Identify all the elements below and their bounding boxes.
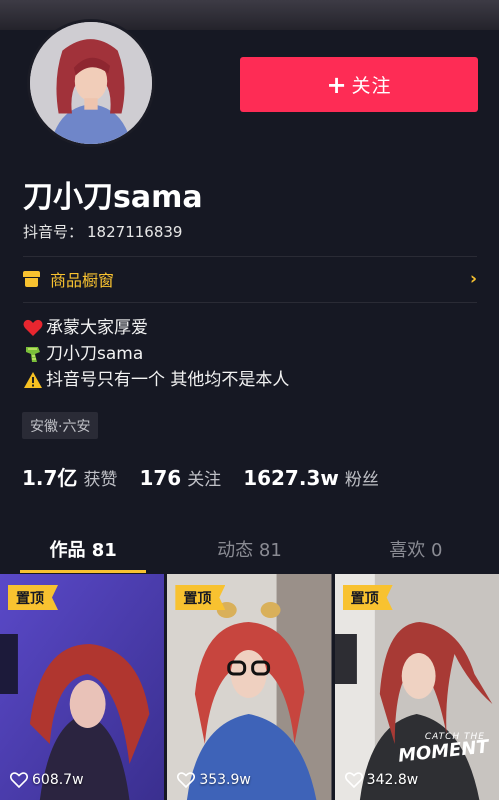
- location-tag: 安徽·六安: [22, 412, 99, 439]
- tab-likes[interactable]: 喜欢 0: [333, 525, 499, 573]
- warning-icon: [22, 370, 44, 390]
- video-grid: 置顶 608.7w 置顶 353.9w 置顶 CATCH THE MOMENT …: [0, 574, 499, 800]
- divider: [23, 256, 477, 257]
- bio-line: 刀小刀sama: [22, 341, 289, 367]
- heart-icon: [22, 318, 44, 338]
- tab-dynamics[interactable]: 动态 81: [166, 525, 332, 573]
- nickname: 刀小刀sama: [23, 180, 203, 215]
- video-thumbnail[interactable]: 置顶 CATCH THE MOMENT 342.8w: [334, 574, 499, 800]
- video-thumbnail[interactable]: 置顶 353.9w: [167, 574, 332, 800]
- video-likes-count: 353.9w: [199, 772, 251, 788]
- chevron-right-icon: ›: [469, 269, 477, 289]
- bio-text: 抖音号只有一个 其他均不是本人: [46, 370, 290, 390]
- likes-count: 1.7亿: [22, 466, 78, 490]
- douyin-id-label: 抖音号：: [23, 223, 84, 241]
- following-count[interactable]: 176: [139, 466, 181, 490]
- avatar[interactable]: [27, 19, 155, 147]
- follow-label: 关注: [351, 75, 392, 97]
- followers-count[interactable]: 1627.3w: [243, 466, 339, 490]
- scarf-icon: [22, 344, 44, 364]
- video-likes-count: 342.8w: [366, 772, 419, 788]
- video-likes: 342.8w: [344, 772, 419, 788]
- douyin-id-value: 1827116839: [87, 223, 183, 241]
- bio: 承蒙大家厚爱 刀小刀sama 抖音号只有一个 其他均不是本人: [22, 315, 289, 393]
- heart-outline-icon: [344, 772, 363, 788]
- video-likes: 353.9w: [177, 772, 251, 788]
- plus-icon: +: [326, 70, 348, 99]
- bio-text: 承蒙大家厚爱: [46, 318, 148, 338]
- heart-outline-icon: [177, 772, 196, 788]
- bio-text: 刀小刀sama: [46, 344, 144, 364]
- follow-button[interactable]: + 关注: [240, 57, 478, 112]
- video-thumbnail[interactable]: 置顶 608.7w: [0, 574, 165, 800]
- pinned-badge: 置顶: [342, 585, 393, 610]
- pinned-badge: 置顶: [175, 585, 226, 610]
- bio-line: 承蒙大家厚爱: [22, 315, 289, 341]
- video-likes: 608.7w: [10, 772, 84, 788]
- heart-outline-icon: [10, 772, 28, 788]
- video-likes-count: 608.7w: [32, 772, 84, 788]
- shop-icon: [23, 271, 40, 287]
- divider: [23, 302, 477, 303]
- tab-works[interactable]: 作品 81: [0, 525, 166, 573]
- shop-label: 商品橱窗: [50, 271, 115, 290]
- stats-row: 1.7亿 获赞 176 关注 1627.3w 粉丝: [22, 462, 401, 491]
- followers-label[interactable]: 粉丝: [345, 465, 379, 490]
- likes-label: 获赞: [83, 470, 118, 490]
- pinned-badge: 置顶: [8, 585, 58, 610]
- bio-line: 抖音号只有一个 其他均不是本人: [22, 367, 289, 393]
- shop-window-entry[interactable]: 商品橱窗 ›: [23, 264, 477, 294]
- profile-tabs: 作品 81 动态 81 喜欢 0: [0, 525, 499, 573]
- following-label[interactable]: 关注: [187, 465, 221, 490]
- douyin-id: 抖音号： 1827116839: [23, 221, 182, 242]
- avatar-image: [30, 22, 152, 144]
